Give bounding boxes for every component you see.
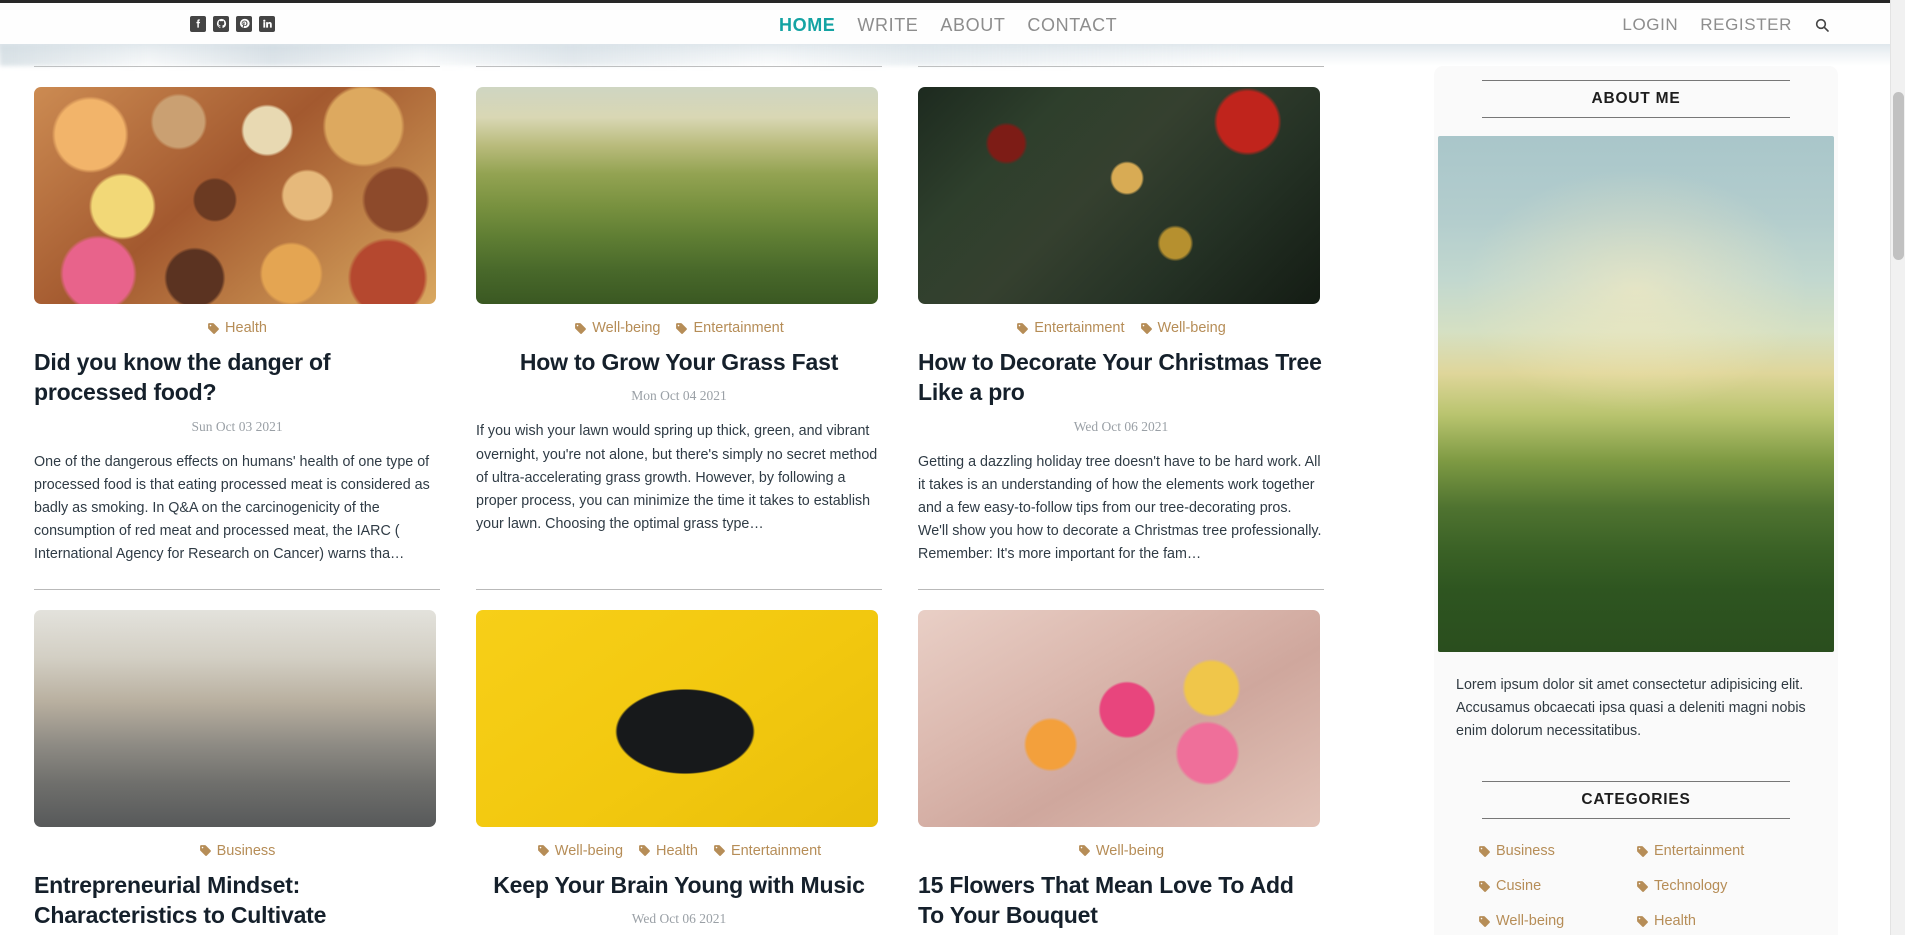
card-divider — [918, 588, 1324, 590]
post-thumbnail[interactable] — [918, 87, 1320, 304]
posts-column: Health Did you know the danger of process… — [0, 66, 1430, 935]
category-item[interactable]: Well-being — [1478, 913, 1636, 929]
about-me-image — [1438, 136, 1834, 652]
social-links — [190, 15, 275, 32]
top-navbar: HOME WRITE ABOUT CONTACT LOGIN REGISTER — [0, 0, 1890, 44]
category-item[interactable]: Cusine — [1478, 878, 1636, 894]
post-tag-label: Well-being — [1095, 842, 1165, 859]
post-tags: Entertainment Well-being — [918, 320, 1324, 336]
card-divider — [476, 588, 882, 590]
primary-nav: HOME WRITE ABOUT CONTACT — [779, 3, 1117, 47]
post-date: Sun Oct 03 2021 — [191, 418, 283, 434]
nav-item-about[interactable]: ABOUT — [940, 15, 1005, 36]
auth-nav: LOGIN REGISTER — [1622, 3, 1830, 47]
categories-list: Business Entertainment Cusine Technology Wel… — [1456, 843, 1816, 929]
post-date: Mon Oct 04 2021 — [631, 388, 727, 404]
post-tag-label: Health — [225, 320, 267, 336]
facebook-icon[interactable] — [190, 15, 206, 32]
post-tag[interactable]: Entertainment — [1016, 320, 1125, 336]
post-tag-label: Health — [656, 842, 698, 859]
post-tags: Well-being — [918, 843, 1324, 859]
category-item[interactable]: Business — [1478, 843, 1636, 859]
post-tags: Business — [34, 843, 440, 859]
hero-banner-remnant — [0, 44, 1890, 66]
post-thumbnail[interactable] — [476, 609, 878, 827]
post-title[interactable]: Did you know the danger of processed foo… — [34, 347, 440, 408]
register-link[interactable]: REGISTER — [1700, 15, 1792, 35]
post-tag[interactable]: Entertainment — [713, 843, 821, 859]
sidebar: ABOUT ME Lorem ipsum dolor sit amet cons… — [1434, 66, 1838, 935]
github-icon[interactable] — [213, 15, 229, 32]
post-date: Wed Oct 06 2021 — [1073, 418, 1169, 434]
search-icon[interactable] — [1814, 17, 1830, 33]
post-tag-label: Business — [216, 842, 276, 859]
post-excerpt: One of the dangerous effects on humans' … — [34, 453, 430, 563]
post-excerpt: Getting a dazzling holiday tree doesn't … — [918, 453, 1322, 563]
categories-heading: CATEGORIES — [1482, 781, 1790, 820]
post-thumbnail[interactable] — [34, 87, 436, 304]
category-label: Health — [1654, 913, 1696, 930]
category-label: Business — [1496, 843, 1555, 860]
post-title[interactable]: How to Grow Your Grass Fast — [476, 347, 882, 377]
post-title[interactable]: 15 Flowers That Mean Love To Add To Your… — [918, 870, 1324, 931]
nav-item-contact[interactable]: CONTACT — [1027, 15, 1117, 36]
post-tag-label: Entertainment — [1034, 320, 1125, 336]
about-me-text: Lorem ipsum dolor sit amet consectetur a… — [1456, 677, 1806, 740]
category-label: Well-being — [1496, 913, 1565, 930]
card-divider — [918, 66, 1324, 67]
nav-item-write[interactable]: WRITE — [857, 15, 918, 36]
category-label: Cusine — [1496, 878, 1542, 895]
post-excerpt: If you wish your lawn would spring up th… — [476, 423, 878, 532]
pinterest-icon[interactable] — [236, 15, 252, 32]
post-title[interactable]: How to Decorate Your Christmas Tree Like… — [918, 347, 1324, 408]
post-card: Well-being Health Entertainment Keep Your B… — [476, 588, 882, 935]
post-card: Health Did you know the danger of process… — [34, 66, 440, 567]
posts-grid: Health Did you know the danger of process… — [34, 66, 1430, 935]
post-tags: Health — [34, 320, 440, 336]
post-thumbnail[interactable] — [918, 609, 1320, 827]
post-title[interactable]: Keep Your Brain Young with Music — [476, 870, 882, 900]
linkedin-icon[interactable] — [259, 15, 275, 32]
category-item[interactable]: Entertainment — [1636, 843, 1794, 859]
post-tag-label: Well-being — [554, 842, 624, 859]
post-tag[interactable]: Health — [207, 320, 267, 336]
post-card: Well-being Entertainment How to Grow Your … — [476, 66, 882, 567]
category-item[interactable]: Technology — [1636, 878, 1794, 894]
scrollbar-thumb[interactable] — [1893, 92, 1904, 260]
post-tag-label: Well-being — [1157, 320, 1226, 336]
card-divider — [34, 66, 440, 67]
page-scrollbar[interactable] — [1890, 0, 1905, 935]
card-divider — [476, 66, 882, 67]
post-card: Business Entrepreneurial Mindset: Charact… — [34, 588, 440, 935]
post-tag[interactable]: Well-being — [1078, 843, 1164, 859]
post-tag-label: Entertainment — [730, 842, 822, 859]
post-tag[interactable]: Well-being — [1140, 320, 1226, 336]
category-label: Technology — [1654, 878, 1728, 895]
category-label: Entertainment — [1654, 843, 1745, 860]
post-tags: Well-being Entertainment — [476, 320, 882, 336]
post-tag[interactable]: Entertainment — [675, 320, 784, 336]
post-tag[interactable]: Business — [199, 842, 276, 859]
post-card: Entertainment Well-being How to Decorate Y… — [918, 66, 1324, 567]
post-thumbnail[interactable] — [476, 87, 878, 304]
post-tag-label: Well-being — [592, 320, 661, 336]
post-title[interactable]: Entrepreneurial Mindset: Characteristics… — [34, 870, 440, 931]
post-tag[interactable]: Well-being — [574, 320, 660, 336]
post-tag[interactable]: Health — [638, 843, 698, 859]
category-item[interactable]: Health — [1636, 913, 1794, 929]
post-card: Well-being 15 Flowers That Mean Love To A… — [918, 588, 1324, 935]
post-date: Wed Oct 06 2021 — [631, 910, 727, 926]
about-me-heading: ABOUT ME — [1482, 80, 1790, 118]
post-thumbnail[interactable] — [34, 609, 436, 827]
post-tag[interactable]: Well-being — [537, 843, 623, 859]
card-divider — [34, 588, 440, 590]
login-link[interactable]: LOGIN — [1622, 15, 1678, 35]
post-tags: Well-being Health Entertainment — [476, 843, 882, 859]
nav-item-home[interactable]: HOME — [779, 15, 835, 36]
page-body: Health Did you know the danger of process… — [0, 66, 1890, 935]
post-tag-label: Entertainment — [693, 320, 784, 336]
